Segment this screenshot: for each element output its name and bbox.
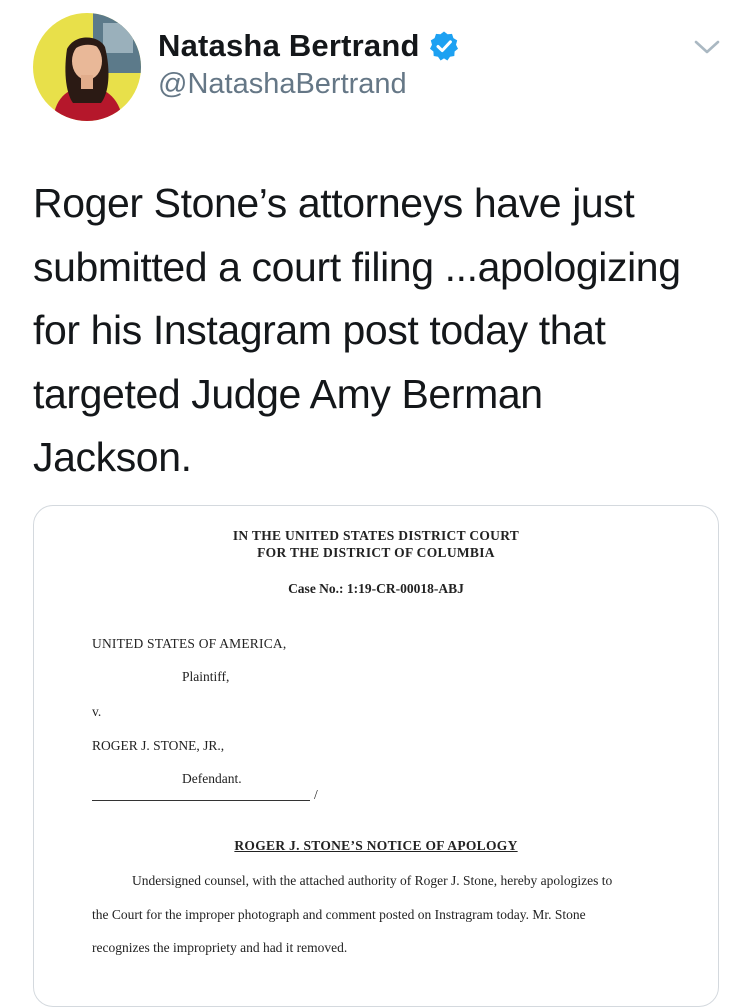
- tweet-text: Roger Stone’s attorneys have just submit…: [33, 172, 733, 490]
- versus-label: v.: [92, 704, 102, 719]
- case-number: Case No.: 1:19-CR-00018-ABJ: [288, 581, 464, 596]
- attached-image-card[interactable]: IN THE UNITED STATES DISTRICT COURT FOR …: [33, 505, 719, 1007]
- tweet-text-line: Roger Stone’s attorneys have just: [33, 180, 635, 226]
- caption-slash: /: [314, 787, 318, 802]
- court-filing-document: IN THE UNITED STATES DISTRICT COURT FOR …: [34, 506, 718, 1006]
- court-name-line-1: IN THE UNITED STATES DISTRICT COURT: [232, 528, 520, 543]
- verified-badge-icon: [428, 30, 460, 62]
- tweet-text-line: Jackson.: [33, 434, 192, 480]
- defendant-name: ROGER J. STONE, JR.,: [92, 738, 225, 753]
- profile-photo: [33, 13, 141, 121]
- tweet-text-line: for his Instagram post today that: [33, 307, 606, 353]
- tweet-text-line: targeted Judge Amy Berman: [33, 370, 543, 417]
- author-handle[interactable]: @NatashaBertrand: [158, 68, 407, 101]
- author-name-row: Natasha Bertrand: [158, 24, 460, 68]
- caption-divider-line: [92, 800, 310, 801]
- paragraph-line: the Court for the improper photograph an…: [92, 907, 586, 922]
- paragraph-line: Undersigned counsel, with the attached a…: [132, 873, 613, 888]
- plaintiff-label: Plaintiff,: [182, 669, 230, 684]
- chevron-down-icon[interactable]: [692, 36, 722, 58]
- notice-title: ROGER J. STONE’S NOTICE OF APOLOGY: [234, 838, 518, 853]
- court-name-line-2: FOR THE DISTRICT OF COLUMBIA: [257, 545, 495, 560]
- plaintiff-name: UNITED STATES OF AMERICA,: [92, 636, 287, 651]
- author-display-name[interactable]: Natasha Bertrand: [158, 28, 420, 64]
- defendant-label: Defendant.: [182, 771, 242, 786]
- paragraph-line: recognizes the impropriety and had it re…: [92, 940, 348, 955]
- tweet-text-line: submitted a court filing ...apologizing: [33, 243, 681, 290]
- author-avatar[interactable]: [33, 13, 141, 121]
